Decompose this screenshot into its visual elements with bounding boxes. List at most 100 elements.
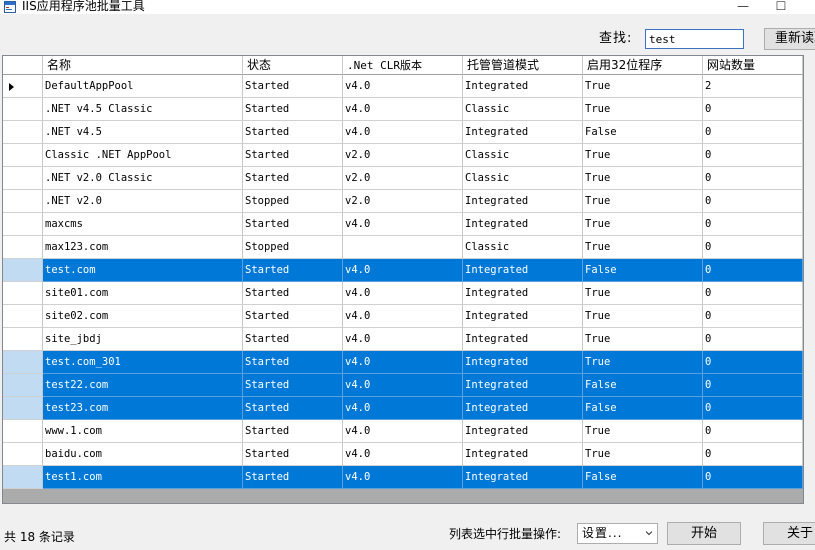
- row-header[interactable]: [3, 213, 43, 236]
- status-cell[interactable]: Started: [243, 374, 343, 397]
- row-header[interactable]: [3, 282, 43, 305]
- status-cell[interactable]: Started: [243, 75, 343, 98]
- row-header[interactable]: [3, 374, 43, 397]
- row-header[interactable]: [3, 75, 43, 98]
- enable-32bit-cell[interactable]: True: [583, 167, 703, 190]
- site-count-cell[interactable]: 0: [703, 236, 803, 259]
- name-cell[interactable]: max123.com: [43, 236, 243, 259]
- status-cell[interactable]: Started: [243, 351, 343, 374]
- table-row[interactable]: .NET v4.5 Started v4.0 Integrated False 0: [3, 121, 803, 144]
- site-count-cell[interactable]: 0: [703, 420, 803, 443]
- clr-version-cell[interactable]: v4.0: [343, 351, 463, 374]
- name-cell[interactable]: test.com_301: [43, 351, 243, 374]
- clr-version-cell[interactable]: v4.0: [343, 213, 463, 236]
- status-cell[interactable]: Started: [243, 305, 343, 328]
- status-cell[interactable]: Started: [243, 397, 343, 420]
- table-row[interactable]: site_jbdj Started v4.0 Integrated True 0: [3, 328, 803, 351]
- row-header[interactable]: [3, 351, 43, 374]
- enable-32bit-cell[interactable]: True: [583, 98, 703, 121]
- table-row[interactable]: maxcms Started v4.0 Integrated True 0: [3, 213, 803, 236]
- table-row[interactable]: test22.com Started v4.0 Integrated False 0: [3, 374, 803, 397]
- table-row[interactable]: .NET v2.0 Stopped v2.0 Integrated True 0: [3, 190, 803, 213]
- pipeline-mode-cell[interactable]: Integrated: [463, 374, 583, 397]
- row-header[interactable]: [3, 236, 43, 259]
- column-header-clr-version[interactable]: .Net CLR版本: [343, 56, 463, 75]
- pipeline-mode-cell[interactable]: Integrated: [463, 397, 583, 420]
- site-count-cell[interactable]: 0: [703, 443, 803, 466]
- status-cell[interactable]: Started: [243, 98, 343, 121]
- pipeline-mode-cell[interactable]: Integrated: [463, 305, 583, 328]
- status-cell[interactable]: Started: [243, 259, 343, 282]
- column-header-pipeline-mode[interactable]: 托管管道模式: [463, 56, 583, 75]
- status-cell[interactable]: Stopped: [243, 190, 343, 213]
- clr-version-cell[interactable]: v4.0: [343, 121, 463, 144]
- enable-32bit-cell[interactable]: True: [583, 75, 703, 98]
- name-cell[interactable]: test1.com: [43, 466, 243, 489]
- enable-32bit-cell[interactable]: False: [583, 121, 703, 144]
- status-cell[interactable]: Started: [243, 328, 343, 351]
- status-cell[interactable]: Started: [243, 144, 343, 167]
- about-button[interactable]: 关于: [763, 522, 815, 545]
- column-header-site-count[interactable]: 网站数量: [703, 56, 803, 75]
- clr-version-cell[interactable]: v4.0: [343, 374, 463, 397]
- pipeline-mode-cell[interactable]: Integrated: [463, 75, 583, 98]
- pipeline-mode-cell[interactable]: Classic: [463, 236, 583, 259]
- status-cell[interactable]: Started: [243, 121, 343, 144]
- site-count-cell[interactable]: 2: [703, 75, 803, 98]
- clr-version-cell[interactable]: v4.0: [343, 466, 463, 489]
- clr-version-cell[interactable]: v4.0: [343, 420, 463, 443]
- name-cell[interactable]: .NET v2.0: [43, 190, 243, 213]
- enable-32bit-cell[interactable]: False: [583, 259, 703, 282]
- site-count-cell[interactable]: 0: [703, 282, 803, 305]
- clr-version-cell[interactable]: v4.0: [343, 328, 463, 351]
- enable-32bit-cell[interactable]: False: [583, 374, 703, 397]
- name-cell[interactable]: .NET v4.5: [43, 121, 243, 144]
- pipeline-mode-cell[interactable]: Integrated: [463, 213, 583, 236]
- row-header[interactable]: [3, 144, 43, 167]
- column-header-enable-32bit[interactable]: 启用32位程序: [583, 56, 703, 75]
- status-cell[interactable]: Started: [243, 282, 343, 305]
- pipeline-mode-cell[interactable]: Integrated: [463, 443, 583, 466]
- name-cell[interactable]: test22.com: [43, 374, 243, 397]
- table-row[interactable]: baidu.com Started v4.0 Integrated True 0: [3, 443, 803, 466]
- pipeline-mode-cell[interactable]: Integrated: [463, 259, 583, 282]
- clr-version-cell[interactable]: v4.0: [343, 98, 463, 121]
- table-row[interactable]: site01.com Started v4.0 Integrated True 0: [3, 282, 803, 305]
- name-cell[interactable]: .NET v4.5 Classic: [43, 98, 243, 121]
- site-count-cell[interactable]: 0: [703, 167, 803, 190]
- row-header[interactable]: [3, 190, 43, 213]
- site-count-cell[interactable]: 0: [703, 213, 803, 236]
- name-cell[interactable]: site01.com: [43, 282, 243, 305]
- table-row[interactable]: test1.com Started v4.0 Integrated False 0: [3, 466, 803, 489]
- site-count-cell[interactable]: 0: [703, 374, 803, 397]
- table-row[interactable]: test.com_301 Started v4.0 Integrated True 0: [3, 351, 803, 374]
- site-count-cell[interactable]: 0: [703, 190, 803, 213]
- site-count-cell[interactable]: 0: [703, 144, 803, 167]
- pipeline-mode-cell[interactable]: Classic: [463, 167, 583, 190]
- enable-32bit-cell[interactable]: True: [583, 236, 703, 259]
- name-cell[interactable]: www.1.com: [43, 420, 243, 443]
- name-cell[interactable]: baidu.com: [43, 443, 243, 466]
- row-header[interactable]: [3, 305, 43, 328]
- column-header-name[interactable]: 名称: [43, 56, 243, 75]
- name-cell[interactable]: .NET v2.0 Classic: [43, 167, 243, 190]
- pipeline-mode-cell[interactable]: Integrated: [463, 351, 583, 374]
- site-count-cell[interactable]: 0: [703, 397, 803, 420]
- enable-32bit-cell[interactable]: True: [583, 328, 703, 351]
- column-header-status[interactable]: 状态: [243, 56, 343, 75]
- pipeline-mode-cell[interactable]: Integrated: [463, 466, 583, 489]
- clr-version-cell[interactable]: v4.0: [343, 259, 463, 282]
- status-cell[interactable]: Started: [243, 420, 343, 443]
- enable-32bit-cell[interactable]: False: [583, 397, 703, 420]
- name-cell[interactable]: Classic .NET AppPool: [43, 144, 243, 167]
- site-count-cell[interactable]: 0: [703, 351, 803, 374]
- clr-version-cell[interactable]: v4.0: [343, 282, 463, 305]
- clr-version-cell[interactable]: v4.0: [343, 397, 463, 420]
- site-count-cell[interactable]: 0: [703, 305, 803, 328]
- table-row[interactable]: max123.com Stopped Classic True 0: [3, 236, 803, 259]
- enable-32bit-cell[interactable]: True: [583, 144, 703, 167]
- start-button[interactable]: 开始: [667, 522, 741, 545]
- row-header[interactable]: [3, 466, 43, 489]
- pipeline-mode-cell[interactable]: Integrated: [463, 420, 583, 443]
- row-header[interactable]: [3, 443, 43, 466]
